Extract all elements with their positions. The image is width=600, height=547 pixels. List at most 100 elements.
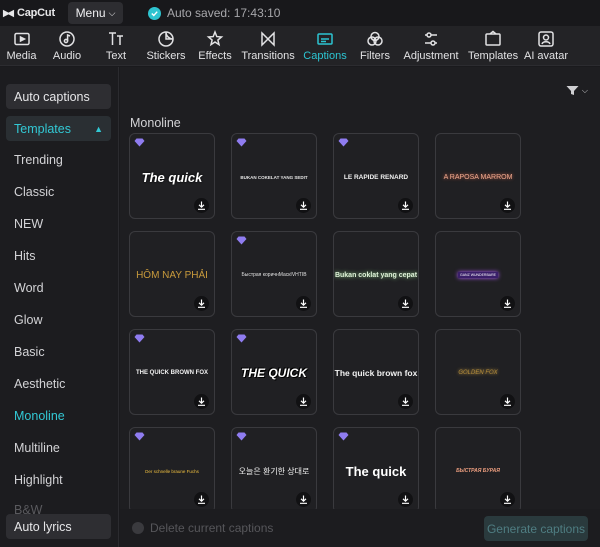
tool-text[interactable]: Text <box>91 26 141 65</box>
sidebar-item-monoline[interactable]: Monoline <box>14 409 65 423</box>
sidebar-item-glow[interactable]: Glow <box>14 313 42 327</box>
tool-templates[interactable]: Templates <box>465 26 521 65</box>
template-card[interactable]: The quick <box>333 427 419 513</box>
section-title: Monoline <box>130 116 181 130</box>
premium-gem-icon <box>236 334 247 343</box>
download-icon[interactable] <box>398 296 413 311</box>
template-card[interactable]: The quick brown fox <box>333 329 419 415</box>
templates-icon <box>485 30 501 46</box>
menu-button[interactable]: Menu ⌵ <box>68 2 123 24</box>
filter-button[interactable]: ⌵ <box>566 85 588 96</box>
tool-audio[interactable]: Audio <box>43 26 91 65</box>
autosave-text: Auto saved: 17:43:10 <box>167 6 281 20</box>
template-card[interactable]: GOLDEN FOX <box>435 329 521 415</box>
sidebar-item-aesthetic[interactable]: Aesthetic <box>14 377 65 391</box>
sidebar-item-highlight[interactable]: Highlight <box>14 473 63 487</box>
template-card[interactable]: Bukan coklat yang cepat <box>333 231 419 317</box>
template-card[interactable]: HÔM NAY PHẢI <box>129 231 215 317</box>
download-icon[interactable] <box>194 394 209 409</box>
sidebar-item-word[interactable]: Word <box>14 281 44 295</box>
adjustment-icon <box>425 31 437 46</box>
download-icon[interactable] <box>398 394 413 409</box>
premium-gem-icon <box>134 432 145 441</box>
tool-transitions[interactable]: Transitions <box>239 26 297 65</box>
template-card[interactable]: Der schnelle braune Fuchs <box>129 427 215 513</box>
template-card[interactable]: LE RAPIDE RENARD <box>333 133 419 219</box>
sidebar-item-multiline[interactable]: Multiline <box>14 441 60 455</box>
tool-label: Adjustment <box>403 49 459 62</box>
premium-gem-icon <box>236 236 247 245</box>
sidebar-item-classic[interactable]: Classic <box>14 185 54 199</box>
text-icon <box>109 31 123 45</box>
sidebar-item-hits[interactable]: Hits <box>14 249 36 263</box>
download-icon[interactable] <box>296 394 311 409</box>
download-icon[interactable] <box>398 492 413 507</box>
template-card[interactable]: THE QUICK <box>231 329 317 415</box>
transitions-icon <box>261 30 275 47</box>
tool-captions[interactable]: Captions <box>297 26 353 65</box>
template-preview-text: 오늘은 환기한 상대로 <box>238 466 310 476</box>
chevron-down-icon: ⌵ <box>108 7 116 18</box>
download-icon[interactable] <box>500 296 515 311</box>
template-card[interactable]: THE QUICK BROWN FOX <box>129 329 215 415</box>
template-card[interactable]: A RAPOSA MARROM <box>435 133 521 219</box>
generate-captions-label: Generate captions <box>486 521 586 536</box>
sidebar-item-label: Auto lyrics <box>14 519 72 534</box>
template-card[interactable]: БЫСТРАЯ БУРАЯ <box>435 427 521 513</box>
tool-effects[interactable]: Effects <box>191 26 239 65</box>
template-card[interactable]: 오늘은 환기한 상대로 <box>231 427 317 513</box>
premium-gem-icon <box>134 334 145 343</box>
download-icon[interactable] <box>500 492 515 507</box>
title-bar: CapCut Menu ⌵ Auto saved: 17:43:10 <box>0 0 600 26</box>
template-card[interactable]: BUKAN COKELAT YANG SEDIT <box>231 133 317 219</box>
download-icon[interactable] <box>500 198 515 213</box>
generate-captions-button[interactable]: Generate captions <box>484 516 588 541</box>
tool-label: Stickers <box>146 49 186 62</box>
tool-label: Media <box>6 49 37 62</box>
template-card[interactable]: Быстрая коричнМаскIVHTIB <box>231 231 317 317</box>
sidebar-auto-lyrics[interactable]: Auto lyrics <box>6 514 111 539</box>
tool-media[interactable]: Media <box>0 26 43 65</box>
download-icon[interactable] <box>296 492 311 507</box>
template-preview-text: Быстрая коричнМаскIVHTIB <box>241 272 307 278</box>
download-icon[interactable] <box>194 198 209 213</box>
tool-label: Audio <box>52 49 82 62</box>
capcut-logo-icon <box>2 9 15 17</box>
tool-stickers[interactable]: Stickers <box>141 26 191 65</box>
download-icon[interactable] <box>194 492 209 507</box>
media-icon <box>13 32 30 45</box>
check-icon <box>148 6 161 20</box>
template-preview-text: Bukan coklat yang cepat <box>334 271 418 279</box>
ai-avatar-icon <box>538 30 554 47</box>
tool-label: Captions <box>303 49 347 62</box>
delete-captions-checkbox[interactable] <box>132 522 144 534</box>
premium-gem-icon <box>338 138 349 147</box>
download-icon[interactable] <box>194 296 209 311</box>
captions-panel: ⌵ Monoline The quick BUKAN COKELAT YANG … <box>120 67 600 547</box>
tool-filters[interactable]: Filters <box>353 26 397 65</box>
sidebar-auto-captions[interactable]: Auto captions <box>6 84 111 109</box>
filter-icon <box>566 86 579 95</box>
tool-label: Effects <box>198 49 232 62</box>
tool-ai-avatar[interactable]: AI avatar <box>521 26 571 65</box>
template-card[interactable]: GANZ WUNDERBARE <box>435 231 521 317</box>
sidebar-templates[interactable]: Templates ▲ <box>6 116 111 141</box>
tool-adjustment[interactable]: Adjustment <box>397 26 465 65</box>
sidebar-item-trending[interactable]: Trending <box>14 153 63 167</box>
premium-gem-icon <box>134 138 145 147</box>
template-preview-text: GANZ WUNDERBARE <box>458 272 498 278</box>
sidebar-item-basic[interactable]: Basic <box>14 345 45 359</box>
download-icon[interactable] <box>296 198 311 213</box>
sidebar-item-new[interactable]: NEW <box>14 217 43 231</box>
premium-gem-icon <box>236 432 247 441</box>
template-preview-text: The quick <box>141 169 203 185</box>
download-icon[interactable] <box>296 296 311 311</box>
template-card[interactable]: The quick <box>129 133 215 219</box>
template-preview-text: THE QUICK BROWN FOX <box>136 370 208 376</box>
filters-icon <box>367 31 383 46</box>
sidebar-item-label: Auto captions <box>14 89 90 104</box>
download-icon[interactable] <box>398 198 413 213</box>
download-icon[interactable] <box>500 394 515 409</box>
template-preview-text: BUKAN COKELAT YANG SEDIT <box>240 174 308 180</box>
tool-label: AI avatar <box>523 49 569 62</box>
